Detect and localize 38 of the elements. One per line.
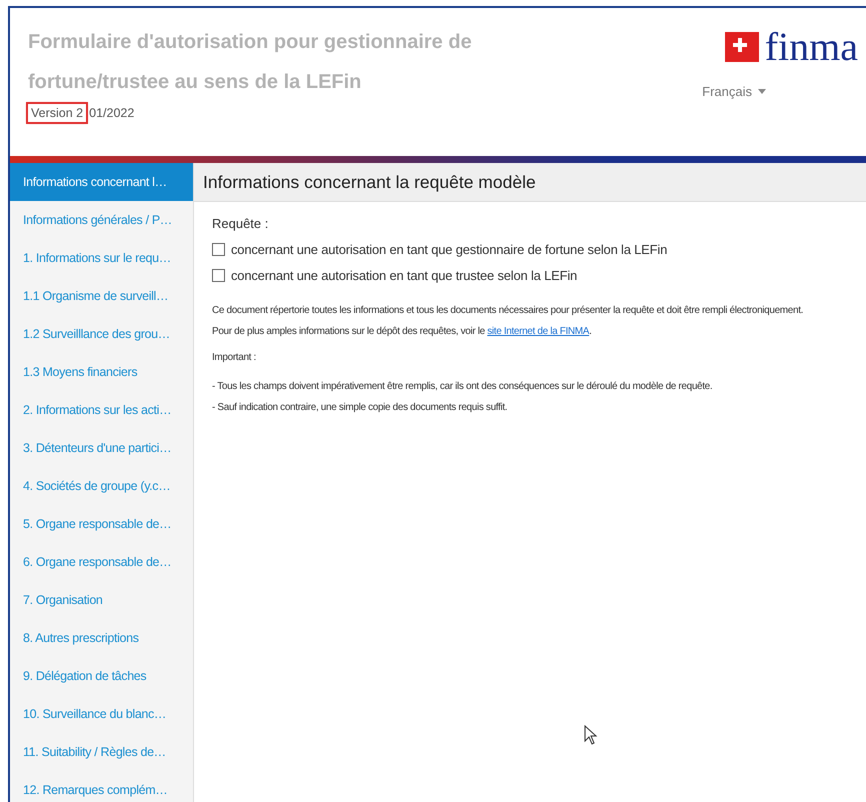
sidebar-item[interactable]: 1.1 Organisme de surveill… xyxy=(10,277,193,315)
form-title-line: fortune/trustee au sens de la LEFin xyxy=(28,70,362,95)
finma-website-link[interactable]: site Internet de la FINMA xyxy=(487,326,590,337)
sidebar-item[interactable]: 9. Délégation de tâches xyxy=(10,657,193,695)
sidebar-item[interactable]: 7. Organisation xyxy=(10,581,193,619)
sidebar-item[interactable]: 6. Organe responsable de… xyxy=(10,543,193,581)
sidebar-item[interactable]: Informations générales / P… xyxy=(10,201,193,239)
version-label: Version 2 xyxy=(28,104,86,122)
sidebar-item[interactable]: 1.3 Moyens financiers xyxy=(10,353,193,391)
language-dropdown[interactable]: Français xyxy=(702,84,766,99)
sidebar-item[interactable]: 5. Organe responsable de… xyxy=(10,505,193,543)
checkbox-label: concernant une autorisation en tant que gestionnaire de fortune selon la LEFin xyxy=(231,242,668,256)
form-title-line: Formulaire d'autorisation pour gestionnaire de xyxy=(28,30,472,55)
more-info-text: Pour de plus amples informations sur le dépôt des requêtes, voir le site Internet de la FINMA. xyxy=(212,325,593,339)
checkbox[interactable] xyxy=(212,268,225,282)
note-text: - Sauf indication contraire, une simple copie des documents requis suffit. xyxy=(212,401,508,415)
important-label: Important : xyxy=(212,351,257,365)
request-label: Requête : xyxy=(212,216,270,231)
sidebar-item[interactable]: 3. Détenteurs d'une partici… xyxy=(10,429,193,467)
sidebar-item[interactable]: 1. Informations sur le requ… xyxy=(10,239,193,277)
logo-wordmark: finma xyxy=(764,30,858,64)
sidebar-item[interactable]: Informations concernant l… xyxy=(10,163,193,201)
swiss-flag-icon xyxy=(724,32,759,62)
sidebar-item[interactable]: 12. Remarques complém… xyxy=(10,771,193,802)
mouse-pointer-icon xyxy=(584,725,598,745)
sidebar-item[interactable]: 2. Informations sur les acti… xyxy=(10,391,193,429)
description-text: Ce document répertorie toutes les informations et tous les documents nécessaires pour présenter la requête et doit être rempli électroniquement. xyxy=(212,304,804,318)
version-date: 01/2022 xyxy=(89,106,134,120)
checkbox-label: concernant une autorisation en tant que trustee selon la LEFin xyxy=(231,268,578,282)
caret-icon xyxy=(758,89,766,94)
note-text: - Tous les champs doivent impérativement être remplis, car ils ont des conséquences sur le déroulé du modèle de requête. xyxy=(212,380,714,394)
section-title: Informations concernant la requête modèle xyxy=(194,163,866,202)
sidebar-item[interactable]: 11. Suitability / Règles de… xyxy=(10,733,193,771)
checkbox[interactable] xyxy=(212,242,225,256)
sidebar-item[interactable]: 10. Surveillance du blanc… xyxy=(10,695,193,733)
sidebar-item[interactable]: 1.2 Surveilllance des grou… xyxy=(10,315,193,353)
sidebar-item[interactable]: 8. Autres prescriptions xyxy=(10,619,193,657)
sidebar-item[interactable]: 4. Sociétés de groupe (y.c… xyxy=(10,467,193,505)
